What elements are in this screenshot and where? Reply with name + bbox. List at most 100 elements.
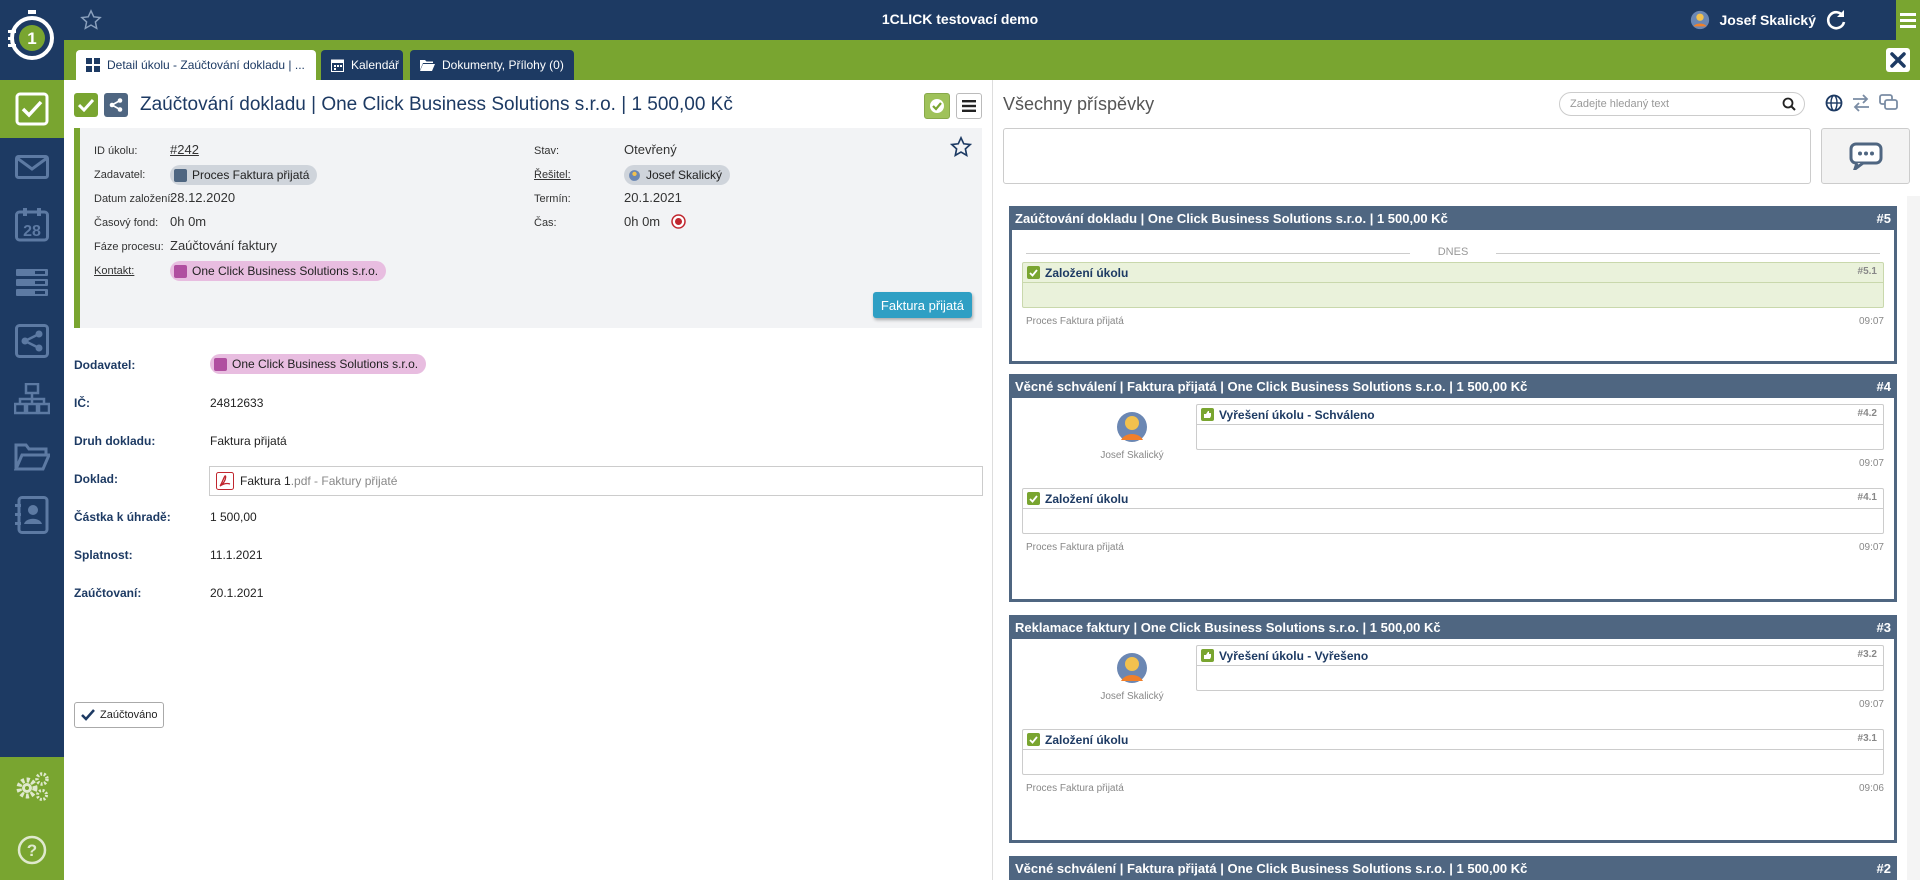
contacts-icon (15, 496, 49, 534)
form-row-ic: IČ: 24812633 (74, 388, 982, 418)
thread: Zaúčtování dokladu | One Click Business … (1009, 206, 1897, 364)
globe-icon[interactable] (1825, 94, 1843, 112)
thread: Věcné schválení | Faktura přijatá | One … (1009, 374, 1897, 602)
post-title-text: Založení úkolu (1045, 491, 1129, 506)
user-avatar-icon (1691, 10, 1710, 30)
checkmark-icon (78, 98, 94, 112)
post[interactable]: Vyřešení úkolu - Schváleno #4.2 (1196, 404, 1884, 450)
splatnost-label: Splatnost: (74, 548, 133, 562)
kontakt-label[interactable]: Kontakt: (94, 265, 134, 277)
task-header: Zaúčtování dokladu | One Click Business … (74, 92, 733, 118)
druh-label: Druh dokladu: (74, 434, 156, 448)
post-author[interactable]: Josef Skalický (1072, 408, 1192, 461)
post-title: Založení úkolu (1023, 263, 1883, 283)
tab-documents[interactable]: Dokumenty, Přílohy (0) (410, 50, 574, 80)
chat-bubbles-icon[interactable] (1879, 94, 1899, 112)
search-icon[interactable] (1782, 97, 1796, 111)
kontakt-pill[interactable]: One Click Business Solutions s.r.o. (170, 261, 387, 281)
tab-label: Kalendář (351, 58, 400, 72)
stav-label: Stav: (534, 145, 560, 157)
resitel-text: Josef Skalický (646, 168, 723, 182)
checkmark-icon (81, 709, 95, 721)
termin-label: Termín: (534, 193, 571, 205)
sidebar-item-calendar[interactable]: 28 (0, 196, 64, 254)
id-label: ID úkolu: (94, 145, 138, 157)
resolve-button[interactable] (924, 93, 950, 119)
stav-value: Otevřený (624, 142, 677, 157)
doklad-file-field[interactable]: Faktura 1 .pdf - Faktury přijaté (209, 466, 983, 496)
thread-header[interactable]: Věcné schválení | Faktura přijatá | One … (1009, 856, 1897, 880)
check-icon (1027, 492, 1040, 505)
date-separator: DNES (1026, 246, 1880, 258)
sidebar-item-mail[interactable] (0, 138, 64, 196)
task-id[interactable]: #242 (170, 142, 199, 157)
record-icon[interactable] (671, 214, 686, 232)
zadavatel-label: Zadavatel: (94, 169, 146, 181)
post[interactable]: Založení úkolu #4.1 (1022, 488, 1884, 534)
user-avatar-icon (629, 169, 640, 181)
sidebar-item-list[interactable] (0, 254, 64, 312)
tab-calendar[interactable]: Kalendář (321, 50, 403, 80)
resitel-value[interactable]: Josef Skalický (624, 165, 731, 185)
form-row-zauctovani: Zaúčtovaní: 20.1.2021 (74, 578, 982, 608)
sidebar-item-process[interactable] (0, 312, 64, 370)
zadavatel-value[interactable]: Proces Faktura přijatá (170, 165, 318, 185)
post-number: #4.2 (1857, 408, 1877, 419)
user-avatar-icon (1117, 653, 1147, 683)
app-title: 1CLICK testovací demo (881, 11, 1039, 27)
process-button[interactable] (104, 93, 128, 117)
dodavatel-pill[interactable]: One Click Business Solutions s.r.o. (210, 354, 427, 374)
calendar-small-icon (331, 59, 344, 72)
checklist-icon (15, 92, 49, 126)
doklad-name[interactable]: Faktura 1 (240, 474, 291, 488)
dodavatel-value[interactable]: One Click Business Solutions s.r.o. (210, 354, 427, 374)
user-menu[interactable]: Josef Skalický (1689, 8, 1848, 32)
process-icon (15, 324, 49, 358)
kontakt-value[interactable]: One Click Business Solutions s.r.o. (170, 261, 387, 281)
thread-header[interactable]: Reklamace faktury | One Click Business S… (1009, 615, 1897, 639)
sidebar-item-documents[interactable] (0, 428, 64, 486)
post-author[interactable]: Josef Skalický (1072, 649, 1192, 702)
zauctovano-label: Zaúčtováno (100, 709, 158, 721)
faktura-prijata-button[interactable]: Faktura přijatá (872, 292, 972, 318)
comment-icon (1849, 142, 1882, 170)
search-input[interactable]: Zadejte hledaný text (1559, 92, 1805, 116)
feed-scrollbar[interactable] (1907, 196, 1920, 880)
resitel-pill[interactable]: Josef Skalický (624, 165, 731, 185)
post[interactable]: Založení úkolu #5.1 (1022, 262, 1884, 308)
complete-task-button[interactable] (74, 93, 98, 117)
sidebar-item-tasks[interactable] (0, 80, 64, 138)
datum-value: 28.12.2020 (170, 190, 236, 205)
new-post-input[interactable] (1003, 128, 1811, 184)
sidebar-item-org[interactable] (0, 370, 64, 428)
help-button[interactable]: ? (0, 821, 64, 879)
post-source: Proces Faktura přijatá (1026, 316, 1124, 327)
star-icon[interactable] (949, 135, 973, 161)
menu-lines-icon (962, 100, 976, 112)
tab-task-detail[interactable]: Detail úkolu - Zaúčtování dokladu | ... (76, 50, 316, 80)
check-icon (1027, 733, 1040, 746)
post[interactable]: Vyřešení úkolu - Vyřešeno #3.2 (1196, 645, 1884, 691)
resitel-label[interactable]: Řešitel: (534, 169, 571, 181)
mail-icon (15, 155, 49, 179)
swap-icon[interactable] (1851, 94, 1871, 112)
org-chart-icon (14, 383, 50, 415)
close-icon[interactable] (1886, 48, 1910, 72)
post-time: 09:07 (1858, 542, 1884, 553)
post[interactable]: Založení úkolu #3.1 (1022, 729, 1884, 775)
send-post-button[interactable] (1821, 128, 1910, 184)
tab-label: Dokumenty, Přílohy (0) (442, 58, 564, 72)
task-menu-button[interactable] (956, 93, 982, 119)
sidebar-item-contacts[interactable] (0, 486, 64, 544)
task-detail-panel: Zaúčtování dokladu | One Click Business … (64, 80, 992, 880)
settings-button[interactable] (0, 757, 64, 815)
app-logo[interactable]: 1 (0, 0, 64, 80)
zadavatel-pill[interactable]: Proces Faktura přijatá (170, 165, 318, 185)
hamburger-menu-icon[interactable] (1896, 0, 1920, 40)
refresh-icon[interactable] (1824, 8, 1848, 32)
zauctovano-button[interactable]: Zaúčtováno (74, 702, 165, 728)
splatnost-value: 11.1.2021 (210, 548, 263, 562)
thread-header[interactable]: Zaúčtování dokladu | One Click Business … (1009, 206, 1897, 230)
thread-header[interactable]: Věcné schválení | Faktura přijatá | One … (1009, 374, 1897, 398)
post-number: #3.2 (1857, 649, 1877, 660)
